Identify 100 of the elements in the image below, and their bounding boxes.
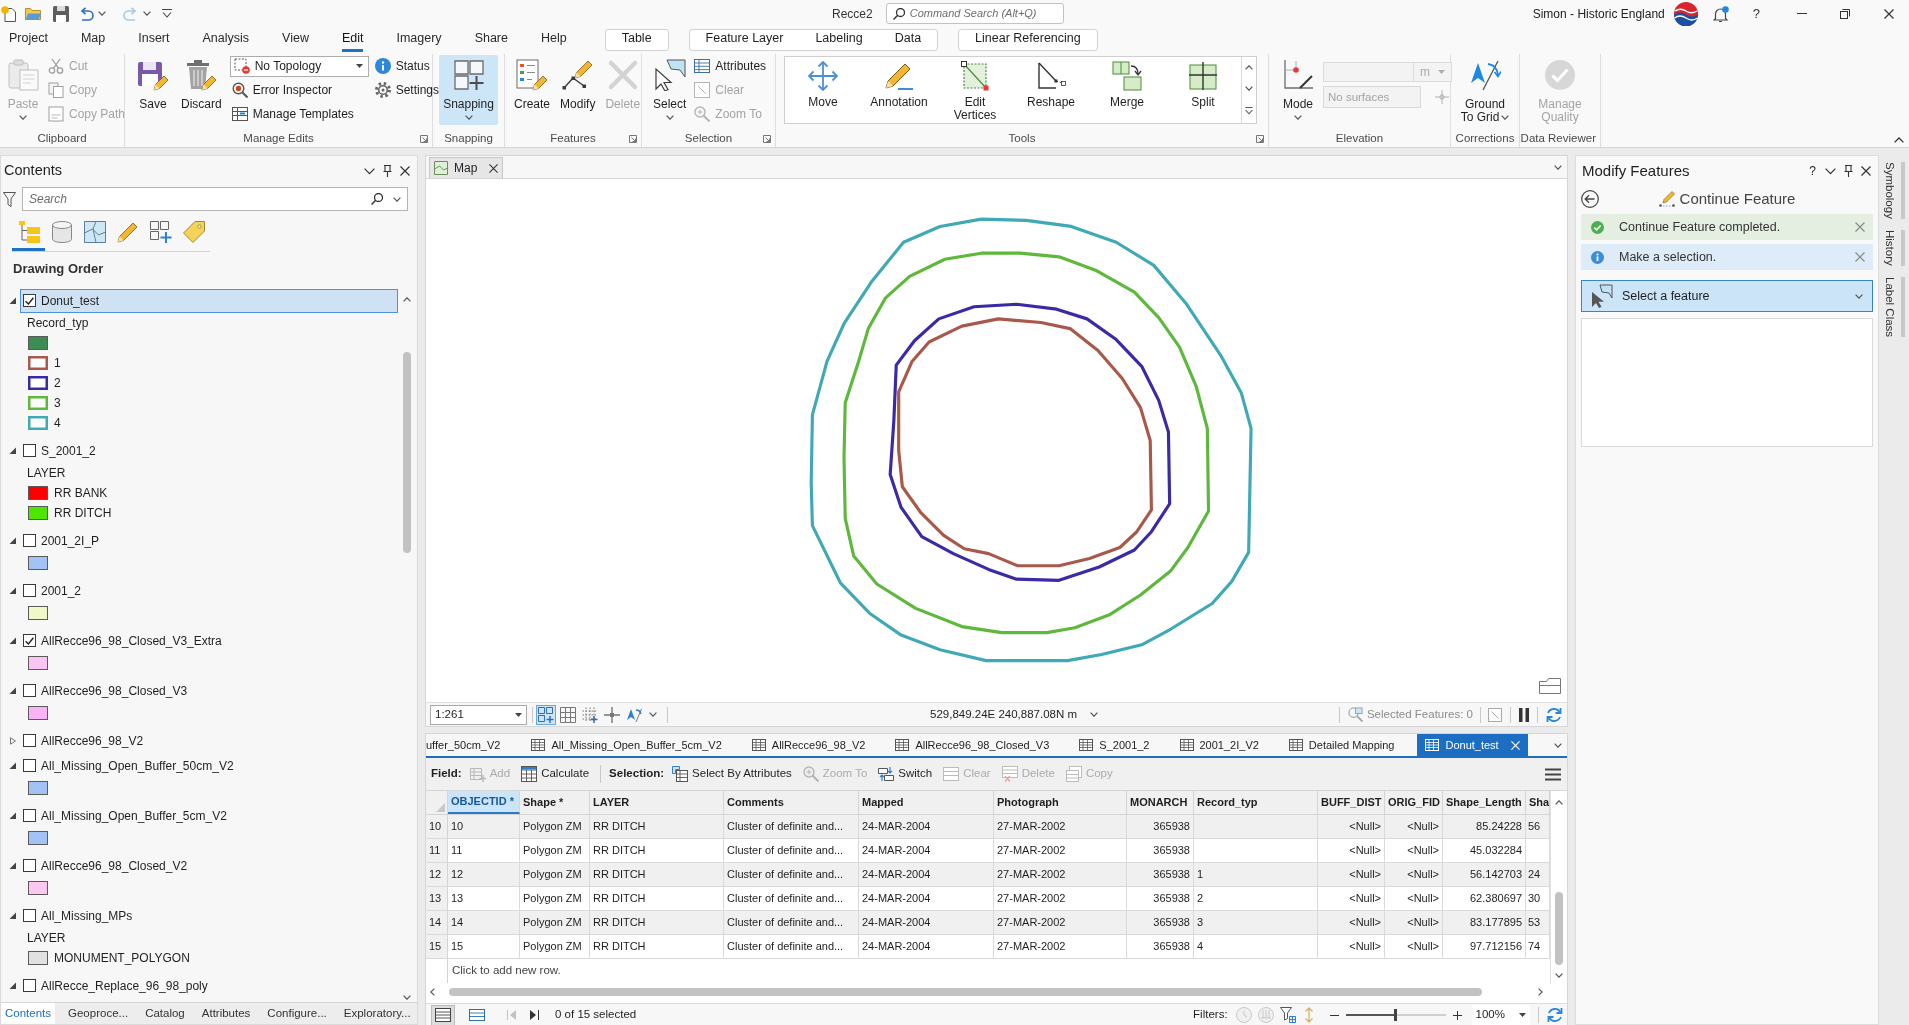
expand-triangle-icon[interactable] <box>9 446 17 455</box>
caret-up-icon[interactable] <box>403 297 411 302</box>
help-button[interactable]: ? <box>1752 3 1760 24</box>
checkbox[interactable] <box>23 634 36 647</box>
command-search-box[interactable]: Command Search (Alt+Q) <box>885 3 1064 24</box>
layer-row[interactable]: S_2001_2 <box>20 438 398 463</box>
navigation-tool[interactable] <box>536 704 556 725</box>
scale-dropdown[interactable]: 1:261 <box>430 704 527 725</box>
ribbon-button[interactable]: Snapping <box>439 55 498 125</box>
checkbox[interactable] <box>23 809 36 822</box>
ribbon-tab[interactable]: Table <box>605 29 668 50</box>
caret-icon[interactable] <box>1554 164 1562 170</box>
checkbox[interactable] <box>23 294 36 307</box>
caret-icon[interactable] <box>98 11 106 16</box>
layer-row[interactable]: AllRecce96_98_Closed_V3_Extra <box>20 628 398 653</box>
ribbon-button[interactable]: Modify <box>556 55 600 116</box>
caret-icon[interactable] <box>393 196 401 202</box>
layer-row[interactable]: 2001_2I_P <box>20 528 398 553</box>
map-tab[interactable]: Map <box>429 157 504 178</box>
expand-triangle-icon[interactable] <box>9 981 17 990</box>
expand-triangle-icon[interactable] <box>9 811 17 820</box>
gallery-tool[interactable]: Split <box>1165 57 1241 109</box>
attribute-view-tab[interactable]: Donut_test <box>1417 734 1528 756</box>
new-row-prompt[interactable]: Click to add new row. <box>448 959 561 983</box>
column-header[interactable]: Record_typ <box>1194 791 1318 814</box>
column-header[interactable]: ORIG_FID <box>1385 791 1443 814</box>
new-document-icon[interactable] <box>1 5 17 22</box>
caret-up-icon[interactable] <box>1245 65 1253 70</box>
chevron-down-icon[interactable] <box>1825 167 1836 175</box>
close-icon[interactable] <box>1861 166 1871 176</box>
expand-triangle-icon[interactable] <box>9 911 17 920</box>
ribbon-button[interactable]: Mode <box>1278 55 1318 125</box>
checkbox[interactable] <box>23 979 36 992</box>
search-box[interactable]: Search <box>22 187 408 211</box>
filter-icon[interactable] <box>3 191 16 207</box>
scrollbar-thumb[interactable] <box>1555 892 1563 965</box>
collapse-ribbon-icon[interactable] <box>1894 137 1904 143</box>
feature-selector[interactable]: Select a feature <box>1581 280 1873 312</box>
pause-icon[interactable] <box>1519 707 1529 722</box>
ribbon-button[interactable]: Status <box>372 54 442 78</box>
restore-icon[interactable] <box>1840 8 1850 19</box>
caret-icon[interactable] <box>1245 86 1253 91</box>
checkbox[interactable] <box>23 734 36 747</box>
ribbon-tab[interactable]: View <box>282 27 309 52</box>
pane-tab[interactable]: Attributes <box>197 1003 255 1024</box>
ribbon-tab[interactable]: Analysis <box>202 27 250 52</box>
expand-triangle-icon[interactable] <box>9 761 17 770</box>
gallery-tool[interactable]: Reshape <box>1013 57 1089 109</box>
funnel-icon[interactable] <box>1279 1007 1296 1023</box>
minus-icon[interactable] <box>1329 1014 1339 1016</box>
back-icon[interactable] <box>1581 190 1599 208</box>
column-header[interactable]: Comments <box>724 791 859 814</box>
scrollbar-thumb[interactable] <box>449 988 1482 996</box>
expand-triangle-icon[interactable] <box>9 536 17 545</box>
ribbon-tab[interactable]: Linear Referencing <box>959 29 1097 50</box>
layer-row[interactable]: AllRecce96_98_Closed_V2 <box>20 853 398 878</box>
chevron-down-icon[interactable] <box>364 167 375 175</box>
tray-icon[interactable] <box>1539 677 1561 694</box>
ribbon-button[interactable]: Error Inspector <box>229 78 369 102</box>
refresh-icon[interactable] <box>1547 1007 1563 1023</box>
search-field[interactable]: Search <box>29 189 361 209</box>
dialog-launcher-icon[interactable] <box>1256 134 1264 143</box>
view-toggle[interactable] <box>431 1004 455 1025</box>
attribute-view-tab[interactable]: AllRecce96_98_Closed_V3 <box>880 734 1065 756</box>
undo-icon[interactable] <box>78 6 94 21</box>
caret-icon[interactable] <box>1555 973 1563 978</box>
column-header[interactable]: OBJECTID * <box>448 791 520 814</box>
pin-icon[interactable] <box>383 165 392 177</box>
expand-triangle-icon[interactable] <box>9 861 17 870</box>
expand-triangle-icon[interactable] <box>9 296 17 305</box>
pin-icon[interactable] <box>1844 165 1853 177</box>
gallery-tool[interactable]: Edit Vertices <box>937 57 1013 122</box>
help-button[interactable]: ? <box>1809 162 1816 180</box>
column-header[interactable]: Sha <box>1526 791 1550 814</box>
ribbon-tab[interactable]: Map <box>80 27 106 52</box>
attribute-view-tab[interactable]: Detailed Mapping <box>1273 734 1410 756</box>
last-record-icon[interactable] <box>530 1010 539 1020</box>
layer-row[interactable]: Donut_test <box>20 288 398 313</box>
customize-icon[interactable] <box>162 9 172 18</box>
zoom-slider[interactable] <box>1345 1008 1446 1022</box>
checkbox[interactable] <box>23 534 36 547</box>
ribbon-tab[interactable]: Feature Layer <box>689 29 800 50</box>
checkbox[interactable] <box>23 759 36 772</box>
navigation-tool[interactable] <box>602 704 622 725</box>
expand-triangle-icon[interactable] <box>9 686 17 695</box>
ribbon-button[interactable]: Select <box>649 55 691 125</box>
pane-tab[interactable]: Configure... <box>263 1003 331 1024</box>
layer-row[interactable]: All_Missing_Open_Buffer_5cm_V2 <box>20 803 398 828</box>
checkbox[interactable] <box>23 444 36 457</box>
layer-row[interactable]: All_Missing_MPs <box>20 903 398 928</box>
caret-icon[interactable] <box>143 11 151 16</box>
bell-icon[interactable] <box>1712 5 1729 22</box>
attribute-view-tab[interactable]: All_Missing_Open_Buffer_5cm_V2 <box>516 734 737 756</box>
attribute-view-tab[interactable]: S_2001_2 <box>1064 734 1165 756</box>
side-tab[interactable]: Symbology <box>1883 162 1905 219</box>
toolbar-button[interactable]: Select By Attributes <box>669 762 795 786</box>
side-tab[interactable]: Label Class <box>1883 276 1905 337</box>
more-icon[interactable] <box>1245 107 1253 115</box>
gallery-tool[interactable]: Move <box>785 57 861 109</box>
layer-row[interactable]: AllRecce96_98_V2 <box>20 728 398 753</box>
